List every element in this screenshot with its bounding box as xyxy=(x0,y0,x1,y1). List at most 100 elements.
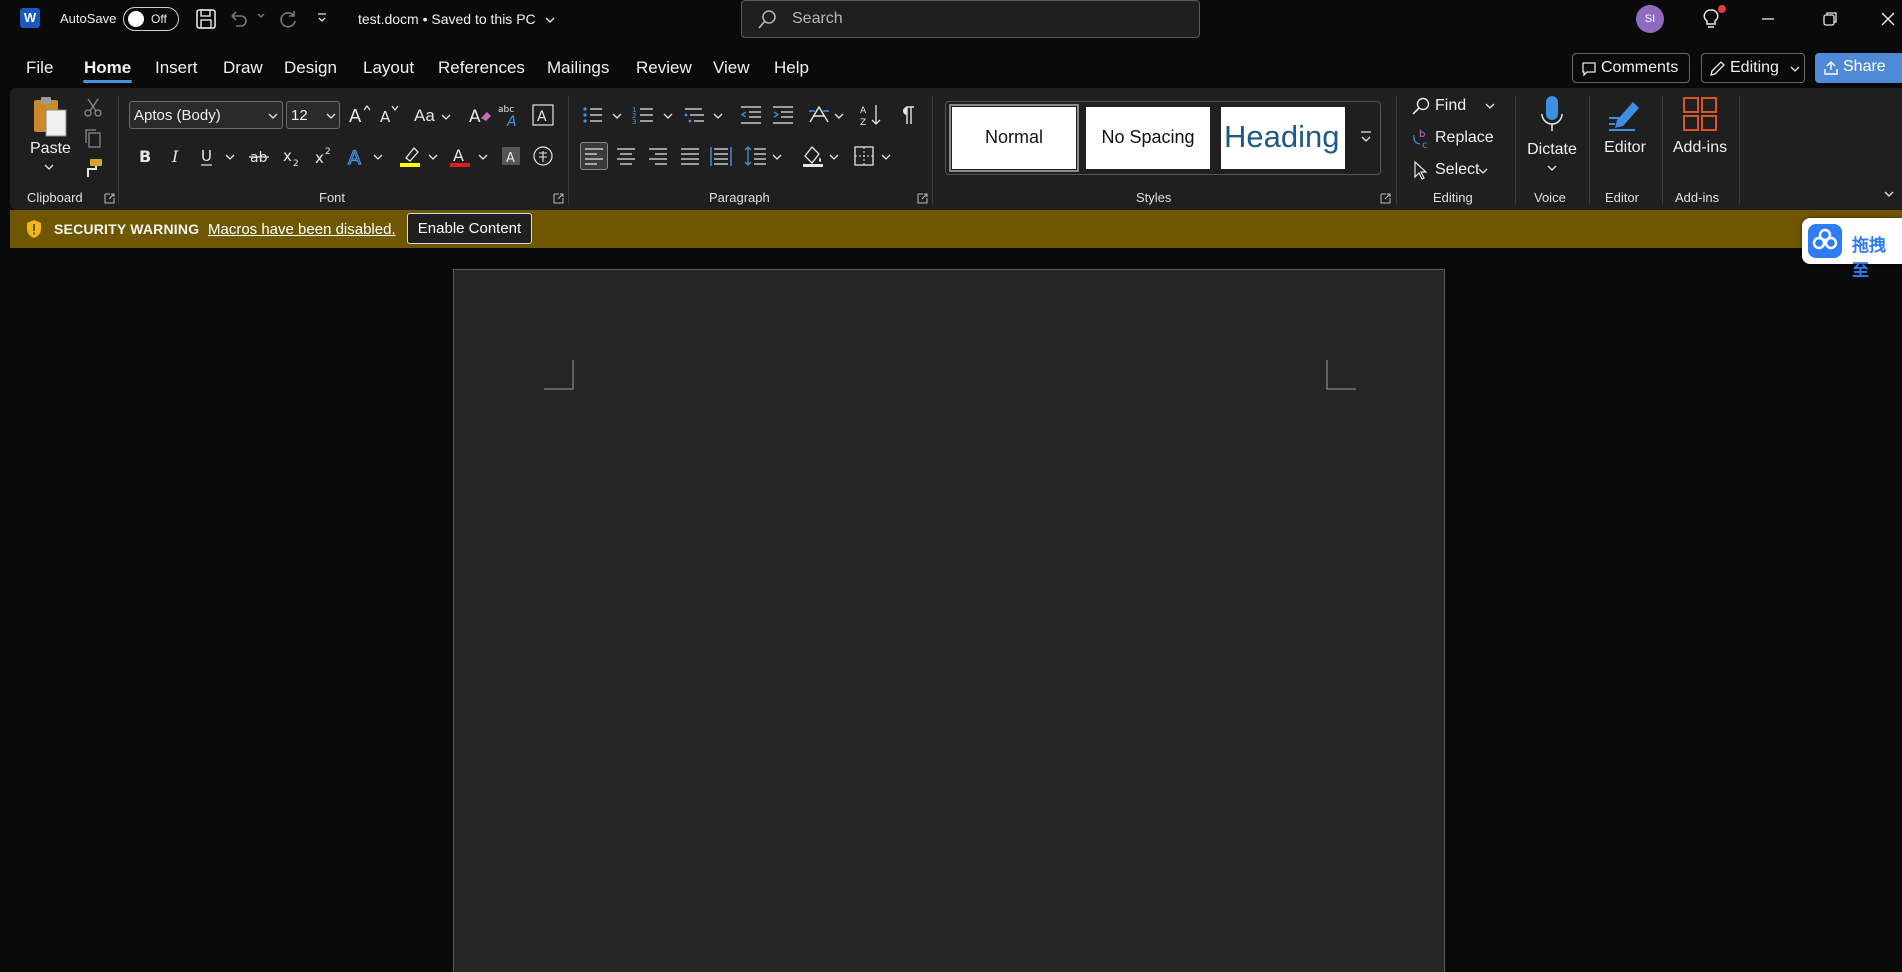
chevron-down-icon[interactable] xyxy=(373,152,383,162)
customize-qat-icon[interactable] xyxy=(316,12,328,24)
paste-label[interactable]: Paste xyxy=(30,140,71,158)
tab-insert[interactable]: Insert xyxy=(155,58,198,78)
tab-file[interactable]: File xyxy=(26,58,53,78)
justify-icon[interactable] xyxy=(677,143,703,169)
select-button[interactable]: Select xyxy=(1435,161,1479,179)
tab-home[interactable]: Home xyxy=(84,58,131,78)
close-icon[interactable] xyxy=(1878,9,1898,29)
style-heading-1[interactable]: Heading 1 xyxy=(1221,107,1345,169)
borders-icon[interactable] xyxy=(851,143,877,169)
chevron-down-icon[interactable] xyxy=(663,111,673,121)
chevron-down-icon[interactable] xyxy=(478,152,488,162)
replace-icon[interactable]: bc xyxy=(1410,127,1432,149)
drag-upload-widget[interactable]: 拖拽至 xyxy=(1802,218,1902,280)
italic-icon[interactable]: I xyxy=(163,143,189,169)
clipboard-launcher-icon[interactable] xyxy=(104,193,115,204)
search-input[interactable]: Search xyxy=(741,0,1200,38)
tab-mailings[interactable]: Mailings xyxy=(547,58,609,78)
chevron-down-icon[interactable] xyxy=(881,152,891,162)
shrink-font-icon[interactable]: A xyxy=(377,102,403,128)
collapse-ribbon-icon[interactable] xyxy=(1883,188,1895,200)
highlight-color-icon[interactable] xyxy=(398,143,424,169)
align-right-icon[interactable] xyxy=(645,143,671,169)
decrease-indent-icon[interactable] xyxy=(738,102,764,128)
editing-mode-button[interactable]: Editing xyxy=(1701,53,1805,83)
styles-more-icon[interactable] xyxy=(1354,106,1378,170)
tab-review[interactable]: Review xyxy=(636,58,692,78)
chevron-down-icon[interactable] xyxy=(1485,101,1495,111)
find-button[interactable]: Find xyxy=(1435,97,1466,115)
minimize-icon[interactable] xyxy=(1758,9,1778,29)
line-spacing-icon[interactable] xyxy=(743,143,769,169)
format-painter-icon[interactable] xyxy=(82,157,108,183)
enable-content-button[interactable]: Enable Content xyxy=(407,213,532,244)
chevron-down-icon[interactable] xyxy=(829,152,839,162)
font-color-icon[interactable]: A xyxy=(448,143,474,169)
share-button[interactable]: Share xyxy=(1815,53,1902,83)
align-center-icon[interactable] xyxy=(613,143,639,169)
microphone-icon[interactable] xyxy=(1537,94,1567,134)
change-case-button[interactable]: Aa xyxy=(414,106,435,126)
align-left-icon[interactable] xyxy=(580,142,608,170)
style-no-spacing[interactable]: No Spacing xyxy=(1086,107,1210,169)
paste-icon[interactable] xyxy=(30,96,70,140)
dictate-button[interactable]: Dictate xyxy=(1522,141,1582,159)
select-cursor-icon[interactable] xyxy=(1410,159,1432,181)
style-normal[interactable]: Normal xyxy=(949,104,1079,172)
character-shading-icon[interactable]: A xyxy=(498,143,524,169)
text-effects-abc-icon[interactable]: abc A xyxy=(497,102,523,128)
redo-icon[interactable] xyxy=(276,7,300,31)
paste-chevron-icon[interactable] xyxy=(44,162,54,172)
bold-icon[interactable]: B xyxy=(132,143,158,169)
subscript-icon[interactable]: x2 xyxy=(278,143,304,169)
tab-layout[interactable]: Layout xyxy=(363,58,414,78)
distributed-icon[interactable] xyxy=(708,143,734,169)
undo-dropdown-icon[interactable] xyxy=(256,10,266,20)
font-size-dropdown[interactable]: 12 xyxy=(286,101,340,129)
chevron-down-icon[interactable] xyxy=(772,152,782,162)
chevron-down-icon[interactable] xyxy=(428,152,438,162)
numbering-icon[interactable]: 123 xyxy=(631,102,657,128)
editor-pen-icon[interactable] xyxy=(1605,96,1645,136)
tab-design[interactable]: Design xyxy=(284,58,337,78)
document-page[interactable] xyxy=(453,269,1445,972)
tab-help[interactable]: Help xyxy=(774,58,809,78)
strikethrough-icon[interactable]: ab xyxy=(246,143,272,169)
superscript-icon[interactable]: x2 xyxy=(310,143,336,169)
restore-icon[interactable] xyxy=(1820,9,1840,29)
bullets-icon[interactable] xyxy=(580,102,606,128)
find-icon[interactable] xyxy=(1410,96,1432,118)
underline-icon[interactable]: U xyxy=(194,143,220,169)
sort-icon[interactable]: AZ xyxy=(858,102,884,128)
enclose-characters-icon[interactable] xyxy=(530,143,556,169)
font-launcher-icon[interactable] xyxy=(553,193,564,204)
undo-icon[interactable] xyxy=(226,7,250,31)
replace-button[interactable]: Replace xyxy=(1435,129,1494,147)
tab-draw[interactable]: Draw xyxy=(223,58,263,78)
editor-button[interactable]: Editor xyxy=(1595,139,1655,157)
text-effects-icon[interactable]: A xyxy=(344,143,370,169)
show-formatting-marks-icon[interactable] xyxy=(894,102,920,128)
grow-font-icon[interactable]: A xyxy=(347,102,373,128)
chevron-down-icon[interactable] xyxy=(1478,166,1488,176)
addins-grid-icon[interactable] xyxy=(1682,96,1718,132)
chevron-down-icon[interactable] xyxy=(612,111,622,121)
chevron-down-icon[interactable] xyxy=(1547,163,1557,173)
save-icon[interactable] xyxy=(194,7,218,31)
styles-launcher-icon[interactable] xyxy=(1380,193,1391,204)
chevron-down-icon[interactable] xyxy=(441,112,451,122)
increase-indent-icon[interactable] xyxy=(770,102,796,128)
tab-references[interactable]: References xyxy=(438,58,525,78)
copy-icon[interactable] xyxy=(82,127,108,153)
multilevel-list-icon[interactable] xyxy=(682,102,708,128)
clear-formatting-icon[interactable]: A xyxy=(467,102,493,128)
chevron-down-icon[interactable] xyxy=(225,152,235,162)
chinese-layout-icon[interactable] xyxy=(806,102,832,128)
autosave-toggle[interactable]: Off xyxy=(123,7,179,31)
chevron-down-icon[interactable] xyxy=(713,111,723,121)
paragraph-launcher-icon[interactable] xyxy=(917,193,928,204)
cut-icon[interactable] xyxy=(82,96,108,122)
avatar[interactable]: SI xyxy=(1636,5,1664,33)
addins-button[interactable]: Add-ins xyxy=(1670,139,1730,157)
tab-view[interactable]: View xyxy=(713,58,750,78)
